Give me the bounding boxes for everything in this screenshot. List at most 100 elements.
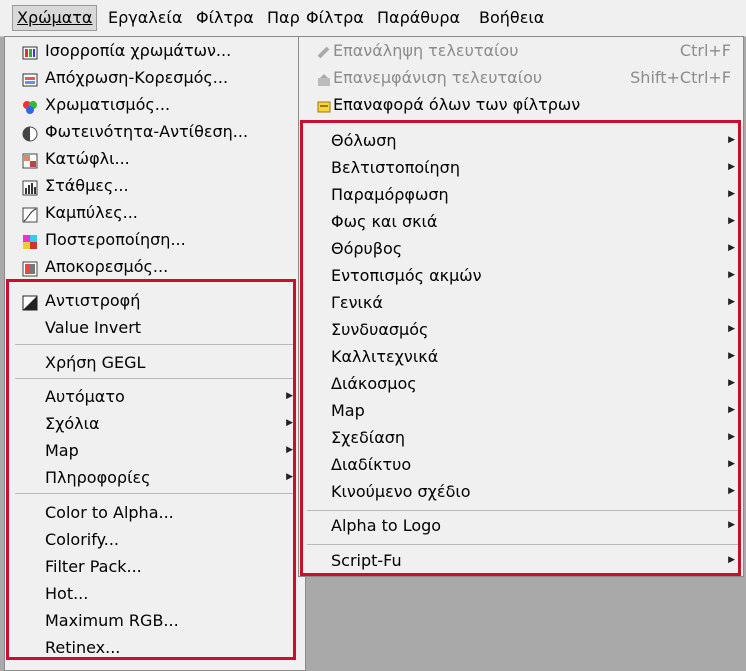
menu-item-gegl[interactable]: Χρήση GEGL: [5, 349, 305, 376]
menu-item-entry[interactable]: Γενικά ▶: [299, 289, 743, 316]
menu-item-label: Επανάληψη τελευταίου: [333, 41, 519, 60]
menu-tools[interactable]: Εργαλεία: [104, 6, 186, 30]
levels-icon: [22, 177, 38, 196]
menu-item-entry[interactable]: Απόχρωση-Κορεσμός...: [5, 64, 305, 91]
menu-item-entry[interactable]: Πληροφορίες ▶: [5, 464, 305, 491]
menu-item-entry[interactable]: Διάκοσμος ▶: [299, 370, 743, 397]
menu-item-filter-pack[interactable]: Filter Pack...: [5, 553, 305, 580]
menu-item-entry[interactable]: Αποκορεσμός...: [5, 253, 305, 280]
menu-item-map[interactable]: Map ▶: [299, 397, 743, 424]
menu-item-entry[interactable]: Σχόλια ▶: [5, 410, 305, 437]
menu-separator: [15, 493, 295, 494]
submenu-arrow-icon: ▶: [728, 351, 735, 361]
menu-item-entry[interactable]: Ισορροπία χρωμάτων...: [5, 37, 305, 64]
menu-item-label: Ποστεροποίηση...: [45, 230, 186, 249]
menu-item-entry[interactable]: Επανάληψη τελευταίου Ctrl+F: [299, 37, 743, 64]
menu-item-color-to-alpha[interactable]: Color to Alpha...: [5, 499, 305, 526]
menu-item-entry[interactable]: Ποστεροποίηση...: [5, 226, 305, 253]
menu-item-label: Value Invert: [45, 318, 142, 337]
menu-item-maximum-rgb[interactable]: Maximum RGB...: [5, 607, 305, 634]
menu-colors[interactable]: Χρώματα: [12, 5, 98, 31]
curves-icon: [22, 204, 38, 223]
menu-item-label: Σχεδίαση: [331, 428, 406, 447]
menu-item-label: Στάθμες...: [45, 176, 129, 195]
menu-windows[interactable]: Παράθυρα: [373, 6, 464, 30]
menu-item-entry[interactable]: Αυτόματο ▶: [5, 383, 305, 410]
menu-separator: [307, 544, 739, 545]
menu-item-label: Θόλωση: [331, 131, 397, 150]
menu-item-entry[interactable]: Επαναφορά όλων των φίλτρων: [299, 91, 743, 118]
desaturate-icon: [22, 258, 38, 277]
threshold-icon: [22, 150, 38, 169]
menu-item-entry[interactable]: Στάθμες...: [5, 172, 305, 199]
menu-filters-2[interactable]: Φίλτρα: [302, 6, 368, 30]
menu-item-script-fu[interactable]: Script-Fu ▶: [299, 547, 743, 574]
menu-item-alpha-to-logo[interactable]: Alpha to Logo ▶: [299, 512, 743, 539]
menu-item-entry[interactable]: Επανεμφάνιση τελευταίου Shift+Ctrl+F: [299, 64, 743, 91]
menu-item-label: Φωτεινότητα-Αντίθεση...: [45, 122, 249, 141]
menu-item-label: Συνδυασμός: [331, 320, 429, 339]
menu-item-hot[interactable]: Hot...: [5, 580, 305, 607]
submenu-arrow-icon: ▶: [728, 432, 735, 442]
submenu-arrow-icon: ▶: [728, 520, 735, 530]
color-balance-icon: [22, 42, 38, 60]
menu-item-label: Colorify...: [45, 530, 120, 549]
menu-separator: [15, 378, 295, 379]
menu-item-entry[interactable]: Θόλωση ▶: [299, 127, 743, 154]
menu-item-entry[interactable]: Συνδυασμός ▶: [299, 316, 743, 343]
shortcut-label: Ctrl+F: [679, 41, 731, 60]
submenu-arrow-icon: ▶: [286, 418, 293, 428]
menu-item-entry[interactable]: Φως και σκιά ▶: [299, 208, 743, 235]
submenu-arrow-icon: ▶: [728, 162, 735, 172]
menu-item-entry[interactable]: Σχεδίαση ▶: [299, 424, 743, 451]
menu-truncated[interactable]: Παρ: [263, 6, 304, 30]
submenu-arrow-icon: ▶: [728, 135, 735, 145]
menu-item-label: Color to Alpha...: [45, 503, 174, 522]
menu-item-entry[interactable]: Αντιστροφή: [5, 287, 305, 314]
menu-item-retinex[interactable]: Retinex...: [5, 634, 305, 661]
menu-item-label: Ισορροπία χρωμάτων...: [45, 41, 232, 60]
menu-item-label: Επαναφορά όλων των φίλτρων: [333, 95, 581, 114]
menu-item-label: Αυτόματο: [45, 387, 125, 406]
submenu-arrow-icon: ▶: [286, 445, 293, 455]
submenu-arrow-icon: ▶: [286, 391, 293, 401]
menu-item-entry[interactable]: Καμπύλες...: [5, 199, 305, 226]
colors-menu: Ισορροπία χρωμάτων... Απόχρωση-Κορεσμός..…: [4, 36, 306, 671]
menu-item-entry[interactable]: Παραμόρφωση ▶: [299, 181, 743, 208]
menu-item-label: Χρήση GEGL: [45, 353, 146, 372]
menu-item-label: Βελτιστοποίηση: [331, 158, 460, 177]
menu-item-entry[interactable]: Χρωματισμός...: [5, 91, 305, 118]
posterize-icon: [22, 231, 38, 249]
menu-item-entry[interactable]: Καλλιτεχνικά ▶: [299, 343, 743, 370]
menu-item-colorify[interactable]: Colorify...: [5, 526, 305, 553]
menu-item-entry[interactable]: Κινούμενο σχέδιο ▶: [299, 478, 743, 505]
menu-filters[interactable]: Φίλτρα: [192, 6, 258, 30]
menu-item-label: Map: [331, 401, 365, 420]
menu-item-entry[interactable]: Διαδίκτυο ▶: [299, 451, 743, 478]
menu-item-entry[interactable]: Κατώφλι...: [5, 145, 305, 172]
submenu-arrow-icon: ▶: [728, 378, 735, 388]
menu-item-label: Θόρυβος: [331, 239, 403, 258]
brightness-contrast-icon: [22, 123, 38, 142]
menu-item-map[interactable]: Map ▶: [5, 437, 305, 464]
submenu-arrow-icon: ▶: [728, 189, 735, 199]
submenu-arrow-icon: ▶: [728, 270, 735, 280]
menu-item-label: Καμπύλες...: [45, 203, 138, 222]
menu-item-label: Χρωματισμός...: [45, 95, 171, 114]
repeat-icon: [316, 42, 332, 59]
menu-item-label: Κατώφλι...: [45, 149, 130, 168]
submenu-arrow-icon: ▶: [728, 297, 735, 307]
menu-item-label: Απόχρωση-Κορεσμός...: [45, 68, 229, 87]
menu-item-label: Filter Pack...: [45, 557, 142, 576]
filters-menu: Επανάληψη τελευταίου Ctrl+F Επανεμφάνιση τ…: [298, 36, 744, 577]
menu-help[interactable]: Βοήθεια: [475, 6, 548, 30]
menu-item-entry[interactable]: Θόρυβος ▶: [299, 235, 743, 262]
menu-item-entry[interactable]: Βελτιστοποίηση ▶: [299, 154, 743, 181]
colorize-icon: [22, 96, 38, 114]
menu-item-entry[interactable]: Φωτεινότητα-Αντίθεση...: [5, 118, 305, 145]
menu-item-label: Επανεμφάνιση τελευταίου: [333, 68, 543, 87]
menu-separator: [15, 344, 295, 345]
menu-item-value-invert[interactable]: Value Invert: [5, 314, 305, 341]
menu-item-entry[interactable]: Εντοπισμός ακμών ▶: [299, 262, 743, 289]
submenu-arrow-icon: ▶: [728, 486, 735, 496]
